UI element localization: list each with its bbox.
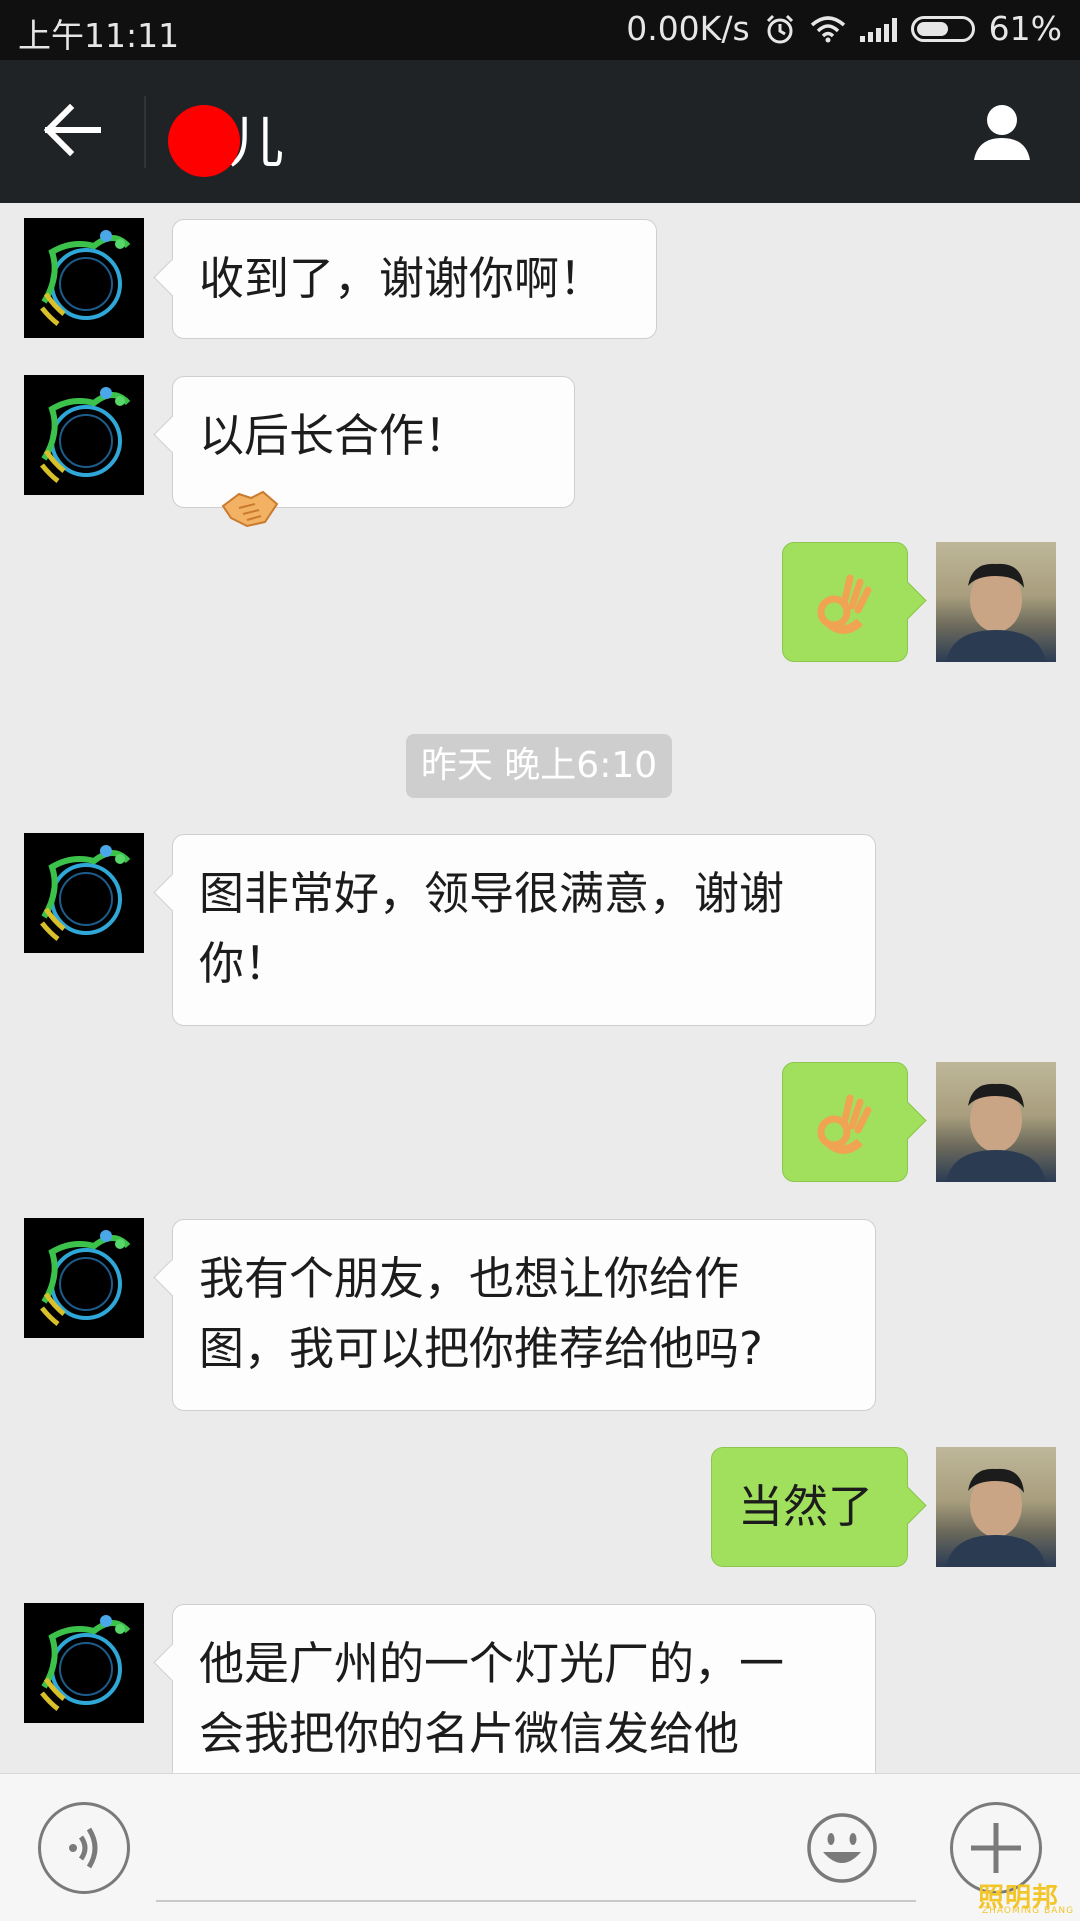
wifi-icon [810,15,845,42]
message-bubble[interactable]: 图非常好，领导很满意，谢谢 你！ [172,834,876,1026]
message-line: 图非常好，领导很满意，谢谢 [199,867,785,920]
status-bar: 上午11:11 0.00K/s 61% [0,0,1080,60]
user-photo [946,563,1046,662]
contact-avatar[interactable] [24,1218,144,1338]
battery-icon [910,15,975,42]
time-divider: 昨天 晚上6:10 [406,734,672,798]
message-text: 当然了 [738,1480,874,1533]
contact-avatar[interactable] [24,375,144,495]
status-time: 上午11:11 [18,16,180,55]
input-bar [0,1773,1080,1921]
message-bubble[interactable]: 当然了 [711,1447,908,1567]
message-bubble[interactable] [782,1062,908,1182]
battery-fill [916,21,949,36]
peacock-logo [40,230,131,326]
handshake-emoji [221,490,279,528]
message-line: 会我把你的名片微信发给他 [199,1707,740,1760]
battery-percent: 61% [988,9,1062,48]
alarm-icon [766,14,793,43]
message-input[interactable] [156,1814,916,1902]
network-speed: 0.00K/s [626,9,750,48]
voice-button[interactable] [38,1802,130,1894]
message-text: 收到了，谢谢你啊！ [199,252,605,305]
contact-avatar[interactable] [24,1603,144,1723]
chat-messages[interactable]: 收到了，谢谢你啊！ 以后长合作！ 昨天 晚上6:10 图非常好，领导很满意，谢谢… [0,203,1080,1773]
chat-header: 丁儿 [0,60,1080,203]
signal-icon [859,16,897,42]
contact-avatar[interactable] [24,833,144,953]
my-avatar[interactable] [936,542,1056,662]
voice-icon [69,1827,98,1869]
message-text: 以后长合作！ [199,409,470,462]
contact-avatar[interactable] [24,218,144,338]
peacock-logo [40,387,131,483]
message-bubble[interactable]: 收到了，谢谢你啊！ [172,219,657,339]
my-avatar[interactable] [936,1062,1056,1182]
message-bubble[interactable]: 他是广州的一个灯光厂的，一 会我把你的名片微信发给他 [172,1604,876,1773]
peacock-logo [40,1615,131,1711]
peacock-logo [40,845,131,941]
watermark-subtext: ZHAOMING BANG [982,1906,1075,1916]
message-bubble[interactable]: 以后长合作！ [172,376,575,528]
person-icon[interactable] [970,100,1034,164]
message-line: 你！ [199,937,290,990]
message-line: 我有个朋友，也想让你给作 [199,1252,740,1305]
message-bubble[interactable]: 我有个朋友，也想让你给作 图，我可以把你推荐给他吗? [172,1219,876,1411]
message-line: 他是广州的一个灯光厂的，一 [199,1637,785,1690]
my-avatar[interactable] [936,1447,1056,1567]
user-photo [946,1468,1046,1567]
ok-hand-emoji [817,1094,872,1154]
redaction-mark [168,105,240,177]
user-photo [946,1083,1046,1182]
header-divider [144,96,146,168]
arrow-left-icon[interactable] [40,100,110,160]
message-line: 图，我可以把你推荐给他吗? [199,1322,763,1375]
peacock-logo [40,1230,131,1326]
ok-hand-emoji [817,574,872,634]
smiley-icon[interactable] [806,1812,878,1884]
message-bubble[interactable] [782,542,908,662]
